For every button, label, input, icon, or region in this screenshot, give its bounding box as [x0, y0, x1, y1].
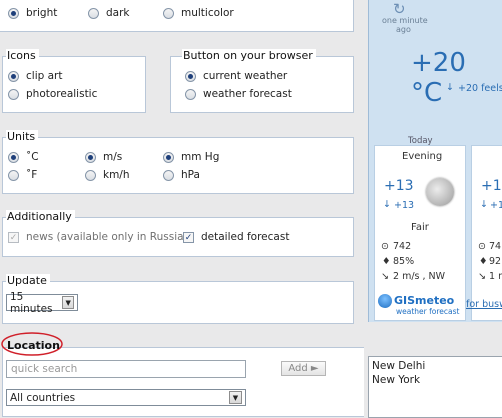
city-search-placeholder: quick search [11, 363, 78, 375]
units-panel [2, 137, 354, 194]
detailed-label: detailed forecast [201, 231, 290, 243]
theme-option-dark[interactable]: dark [88, 7, 130, 19]
card2-humidity: 92 [489, 256, 502, 267]
icons-title: Icons [6, 49, 39, 62]
units-option-celsius[interactable]: ˚C [8, 151, 39, 163]
gismeteo-subtitle: weather forecast [396, 307, 460, 316]
card2-pressure: 74 [489, 241, 502, 252]
card2-wind-arrow-icon: ↓ [480, 199, 488, 210]
country-select[interactable]: All countries ▼ [6, 389, 246, 406]
browser-button-title: Button on your browser [182, 49, 316, 62]
gismeteo-brand: GISmeteo [394, 294, 455, 307]
refresh-time-line1: one minute [382, 16, 428, 25]
add-city-button[interactable]: Add ► [281, 361, 326, 376]
moon-icon [426, 178, 454, 206]
units-fahrenheit-label: ˚F [26, 169, 38, 181]
wind-icon: ↘ [478, 271, 486, 282]
icons-option-photorealistic[interactable]: photorealistic [8, 88, 97, 100]
radio-bright[interactable] [8, 7, 19, 19]
additionally-title: Additionally [6, 210, 75, 223]
radio-weather-forecast[interactable] [185, 88, 196, 100]
card1-temp: +13 [384, 178, 414, 194]
location-panel [2, 347, 364, 417]
radio-clipart[interactable] [8, 70, 19, 82]
theme-bright-label: bright [26, 7, 58, 19]
wind-arrow-icon: ↓ [446, 82, 454, 93]
theme-option-bright[interactable]: bright [8, 7, 57, 19]
pressure-icon: ⊙ [478, 241, 486, 252]
card1-condition: Fair [411, 222, 429, 233]
units-option-mmhg[interactable]: mm Hg [163, 151, 219, 163]
humidity-icon: ♦ [479, 256, 488, 267]
radio-current-weather[interactable] [185, 70, 196, 82]
gismeteo-logo-icon [378, 294, 392, 308]
browser-forecast-label: weather forecast [203, 88, 292, 100]
icons-panel [2, 56, 146, 113]
location-title: Location [7, 339, 60, 352]
radio-photorealistic[interactable] [8, 88, 19, 100]
city-list-item[interactable]: New Delhi [372, 359, 499, 373]
radio-hpa[interactable] [163, 169, 174, 181]
feels-like-text: +20 feels [458, 83, 502, 94]
news-option[interactable]: ✓ news (available only in Russian) [8, 231, 194, 243]
news-label: news (available only in Russian) [26, 231, 195, 243]
theme-option-multicolor[interactable]: multicolor [163, 7, 234, 19]
browser-button-panel [170, 56, 354, 113]
units-kmh-label: km/h [103, 169, 130, 181]
browser-current-label: current weather [203, 70, 288, 82]
radio-multicolor[interactable] [163, 7, 174, 19]
browser-option-current[interactable]: current weather [185, 70, 287, 82]
city-list[interactable]: New Delhi New York [368, 356, 502, 418]
units-hpa-label: hPa [181, 169, 200, 181]
icons-photorealistic-label: photorealistic [26, 88, 98, 100]
card1-pressure: 742 [393, 241, 412, 252]
icons-clipart-label: clip art [26, 70, 63, 82]
detailed-forecast-checkbox[interactable]: ✓ [183, 231, 194, 243]
units-option-hpa[interactable]: hPa [163, 169, 200, 181]
units-option-fahrenheit[interactable]: ˚F [8, 169, 37, 181]
radio-dark[interactable] [88, 7, 99, 19]
news-checkbox[interactable]: ✓ [8, 231, 19, 243]
chevron-down-icon[interactable]: ▼ [229, 391, 242, 404]
radio-ms[interactable] [85, 151, 96, 163]
icons-option-clipart[interactable]: clip art [8, 70, 62, 82]
radio-celsius[interactable] [8, 151, 19, 163]
wind-icon: ↘ [381, 271, 389, 282]
units-option-kmh[interactable]: km/h [85, 169, 130, 181]
update-interval-value: 15 minutes [10, 290, 53, 315]
business-link[interactable]: for busw [466, 299, 502, 310]
card2-wind: 1 m [489, 271, 502, 282]
radio-fahrenheit[interactable] [8, 169, 19, 181]
card1-wind-arrow-icon: ↓ [383, 199, 391, 210]
browser-option-forecast[interactable]: weather forecast [185, 88, 292, 100]
units-celsius-label: ˚C [26, 151, 39, 163]
card1-humidity: 85% [393, 256, 415, 267]
refresh-time-line2: ago [396, 25, 411, 34]
city-search-input[interactable]: quick search [6, 360, 246, 378]
units-title: Units [6, 130, 39, 143]
card1-feels: +13 [394, 200, 415, 211]
units-option-ms[interactable]: m/s [85, 151, 122, 163]
theme-multicolor-label: multicolor [181, 7, 234, 19]
chevron-down-icon[interactable]: ▼ [62, 296, 74, 309]
units-mmhg-label: mm Hg [181, 151, 220, 163]
pressure-icon: ⊙ [381, 241, 389, 252]
units-ms-label: m/s [103, 151, 123, 163]
theme-dark-label: dark [106, 7, 130, 19]
city-list-item[interactable]: New York [372, 373, 499, 387]
radio-kmh[interactable] [85, 169, 96, 181]
current-temperature: +20 °C [411, 48, 466, 108]
radio-mmhg[interactable] [163, 151, 174, 163]
humidity-icon: ♦ [382, 256, 391, 267]
card2-feels: +1 [490, 200, 502, 211]
update-title: Update [6, 274, 50, 287]
update-interval-select[interactable]: 15 minutes ▼ [6, 291, 78, 315]
country-value: All countries [10, 391, 76, 404]
card1-wind: 2 m/s , NW [393, 271, 446, 282]
card2-temp: +1 [481, 178, 502, 194]
card1-period: Evening [402, 151, 443, 162]
detailed-option[interactable]: ✓ detailed forecast [183, 231, 289, 243]
forecast-card-next [471, 145, 502, 321]
